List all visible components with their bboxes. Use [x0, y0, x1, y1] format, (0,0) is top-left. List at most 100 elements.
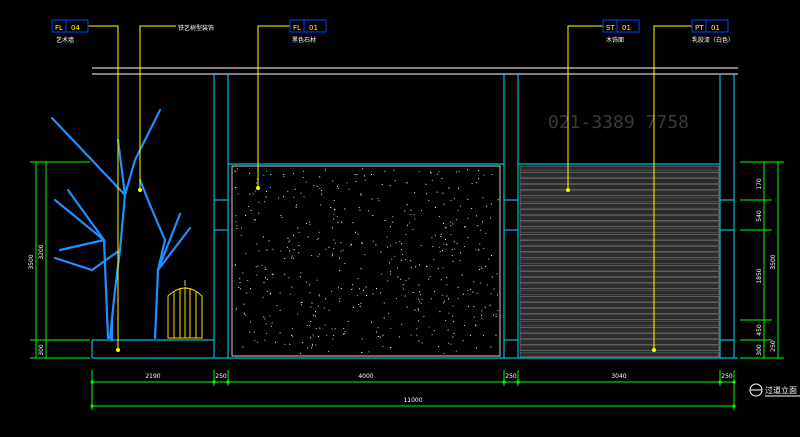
speckle — [402, 284, 404, 285]
dim-left-upper: 3200 — [38, 244, 45, 259]
speckle — [319, 188, 321, 190]
speckle — [376, 331, 378, 333]
speckle — [306, 325, 308, 327]
wood-slat — [519, 277, 720, 283]
speckle — [326, 334, 328, 336]
speckle — [279, 309, 281, 311]
speckle — [293, 249, 295, 251]
speckle — [266, 332, 268, 334]
speckle — [365, 286, 367, 288]
speckle — [340, 242, 342, 244]
speckle — [307, 347, 309, 349]
speckle — [434, 291, 436, 293]
speckle — [257, 265, 259, 267]
speckle — [313, 185, 315, 186]
speckle — [389, 185, 391, 187]
speckle — [252, 193, 254, 195]
speckle — [313, 314, 315, 316]
speckle — [443, 243, 445, 245]
speckle — [444, 300, 446, 302]
speckle — [364, 175, 365, 177]
speckle — [461, 274, 463, 276]
speckle — [467, 198, 469, 200]
speckle — [399, 336, 400, 338]
speckle — [419, 264, 420, 266]
speckle — [478, 178, 480, 180]
speckle — [325, 248, 327, 250]
speckle — [445, 239, 446, 240]
speckle — [409, 222, 411, 224]
speckle — [490, 203, 492, 205]
speckle — [266, 191, 268, 192]
speckle — [306, 222, 308, 224]
wood-slat — [519, 184, 720, 190]
speckle — [459, 260, 461, 261]
speckle — [264, 339, 266, 341]
speckle — [262, 296, 264, 298]
speckle — [462, 340, 464, 342]
speckle — [333, 239, 335, 241]
speckle — [372, 240, 374, 242]
speckle — [430, 298, 432, 300]
speckle — [483, 335, 484, 337]
speckle — [420, 245, 422, 247]
speckle — [418, 298, 420, 300]
speckle — [340, 288, 342, 289]
speckle — [400, 259, 402, 261]
speckle — [404, 295, 406, 297]
speckle — [456, 219, 458, 221]
speckle — [242, 346, 244, 348]
speckle — [497, 199, 499, 201]
speckle — [406, 182, 408, 184]
speckle — [455, 350, 457, 352]
speckle — [390, 271, 392, 273]
speckle — [337, 222, 339, 224]
speckle — [486, 284, 488, 286]
speckle — [442, 192, 444, 194]
speckle — [344, 263, 346, 265]
wood-slat — [519, 215, 720, 221]
speckle — [448, 298, 449, 300]
speckle — [386, 246, 388, 248]
speckle — [371, 174, 372, 175]
speckle — [293, 172, 295, 174]
speckle — [344, 208, 346, 210]
wood-slat — [519, 333, 720, 339]
speckle — [359, 288, 360, 290]
speckle — [495, 313, 497, 315]
speckle — [378, 200, 380, 202]
speckle — [283, 173, 285, 175]
speckle — [235, 263, 236, 265]
speckle — [261, 264, 263, 266]
speckle — [456, 243, 458, 245]
speckle — [440, 236, 442, 237]
speckle — [235, 215, 237, 217]
speckle — [338, 286, 339, 288]
speckle — [317, 336, 319, 337]
speckle — [467, 218, 469, 220]
speckle — [295, 204, 297, 206]
wood-slat — [519, 240, 720, 246]
wood-slat — [519, 289, 720, 296]
speckle — [283, 176, 285, 178]
speckle — [460, 252, 462, 254]
speckle — [405, 233, 407, 235]
speckle — [478, 249, 480, 251]
speckle — [420, 302, 422, 304]
speckle — [258, 201, 260, 203]
speckle — [394, 255, 396, 257]
speckle — [386, 236, 388, 238]
speckle — [416, 328, 418, 330]
speckle — [482, 221, 483, 223]
speckle — [410, 209, 412, 211]
speckle — [438, 346, 440, 347]
speckle — [357, 278, 359, 280]
speckle — [414, 218, 416, 220]
elevation-canvas: 021-3389 7758 FL 04 艺术墙 铁艺树型装饰 FL 01 黑色石… — [0, 0, 800, 433]
tag-2-note: 黑色石材 — [292, 36, 316, 44]
speckle — [406, 204, 408, 206]
speckle — [291, 334, 292, 336]
speckle — [475, 182, 477, 184]
speckle — [381, 183, 383, 185]
speckle — [476, 292, 478, 294]
